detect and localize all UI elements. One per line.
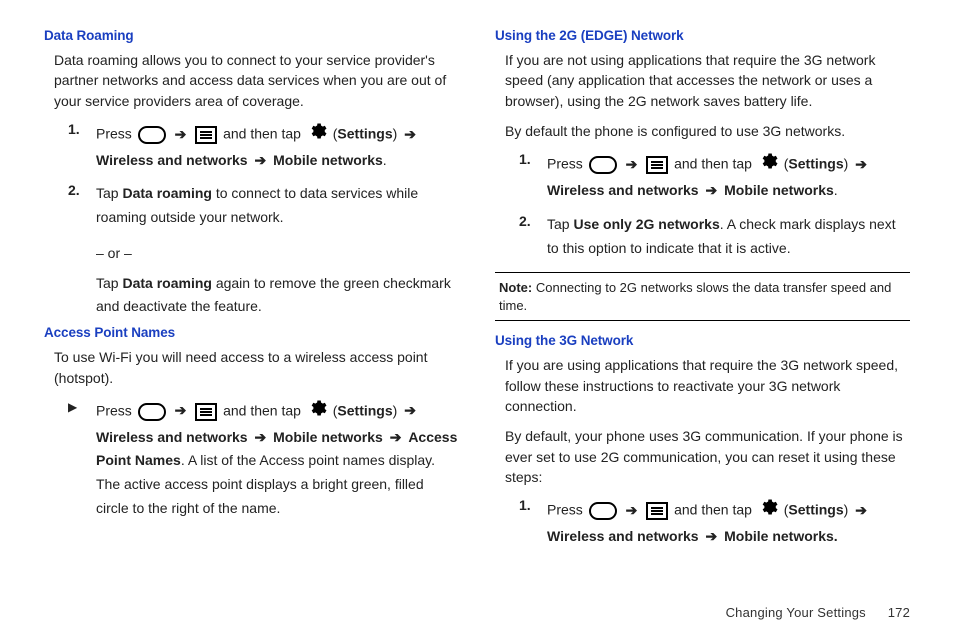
bullet-icon: ▶ [62, 398, 96, 521]
g3-intro: If you are using applications that requi… [495, 355, 910, 416]
arrow-icon: ➔ [626, 502, 638, 518]
note-label: Note: [499, 280, 532, 295]
step-number: 2. [513, 213, 547, 261]
text: and then tap [674, 502, 752, 518]
g3-default: By default, your phone uses 3G communica… [495, 426, 910, 487]
settings-label: Settings [788, 156, 843, 172]
step-row: 1. Press ➔ and then tap (Settings) ➔ Wir… [62, 121, 459, 173]
arrow-icon: ➔ [175, 402, 187, 418]
arrow-icon: ➔ [404, 402, 416, 418]
use-2g-label: Use only 2G networks [573, 216, 719, 232]
gear-icon [307, 398, 327, 426]
home-button-icon [138, 126, 166, 144]
or-separator: – or – [96, 242, 459, 264]
apn-bullet-row: ▶ Press ➔ and then tap (Settings) ➔ Wire… [62, 398, 459, 521]
step-number: 2. [62, 182, 96, 230]
step-text: Tap Data roaming to connect to data serv… [96, 182, 459, 230]
edge-intro: If you are not using applications that r… [495, 50, 910, 111]
arrow-icon: ➔ [390, 429, 402, 445]
text: and then tap [223, 402, 301, 418]
data-roaming-label: Data roaming [122, 185, 211, 201]
home-button-icon [138, 403, 166, 421]
edge-default: By default the phone is configured to us… [495, 121, 910, 141]
gear-icon [758, 497, 778, 525]
heading-2g: Using the 2G (EDGE) Network [495, 28, 910, 43]
mobile-label: Mobile networks [724, 182, 834, 198]
settings-label: Settings [337, 402, 392, 418]
step-text: Tap Use only 2G networks. A check mark d… [547, 213, 910, 261]
page-footer: Changing Your Settings 172 [726, 605, 910, 620]
step-text: Press ➔ and then tap (Settings) ➔ Wirele… [96, 398, 459, 521]
step-row: 2. Tap Data roaming to connect to data s… [62, 182, 459, 230]
g3-steps: 1. Press ➔ and then tap (Settings) ➔ Wir… [513, 497, 910, 549]
apn-intro: To use Wi-Fi you will need access to a w… [44, 347, 459, 388]
mobile-label: Mobile networks [273, 429, 383, 445]
step-row: 1. Press ➔ and then tap (Settings) ➔ Wir… [513, 151, 910, 203]
step-number: 1. [513, 151, 547, 203]
text: Press [96, 126, 132, 142]
text: and then tap [674, 156, 752, 172]
page-number: 172 [888, 605, 910, 620]
settings-label: Settings [337, 126, 392, 142]
home-button-icon [589, 156, 617, 174]
step-text: Press ➔ and then tap (Settings) ➔ Wirele… [96, 121, 459, 173]
arrow-icon: ➔ [855, 502, 867, 518]
mobile-label: Mobile networks. [724, 528, 838, 544]
arrow-icon: ➔ [175, 126, 187, 142]
gear-icon [307, 121, 327, 149]
arrow-icon: ➔ [705, 528, 717, 544]
heading-data-roaming: Data Roaming [44, 28, 459, 43]
step-number: 1. [62, 121, 96, 173]
step-row: 1. Press ➔ and then tap (Settings) ➔ Wir… [513, 497, 910, 549]
note-block: Note: Connecting to 2G networks slows th… [495, 272, 910, 321]
step-text: Press ➔ and then tap (Settings) ➔ Wirele… [547, 497, 910, 549]
page-columns: Data Roaming Data roaming allows you to … [44, 28, 910, 561]
wireless-label: Wireless and networks [547, 182, 699, 198]
step-text: Press ➔ and then tap (Settings) ➔ Wirele… [547, 151, 910, 203]
menu-button-icon [195, 126, 217, 144]
arrow-icon: ➔ [254, 429, 266, 445]
menu-button-icon [646, 156, 668, 174]
wireless-label: Wireless and networks [96, 152, 248, 168]
step-row: 2. Tap Use only 2G networks. A check mar… [513, 213, 910, 261]
text: Tap [96, 275, 119, 291]
settings-label: Settings [788, 502, 843, 518]
left-column: Data Roaming Data roaming allows you to … [44, 28, 459, 561]
arrow-icon: ➔ [626, 156, 638, 172]
menu-button-icon [195, 403, 217, 421]
arrow-icon: ➔ [254, 152, 266, 168]
text: Tap [547, 216, 570, 232]
right-column: Using the 2G (EDGE) Network If you are n… [495, 28, 910, 561]
wireless-label: Wireless and networks [547, 528, 699, 544]
data-roaming-label: Data roaming [122, 275, 211, 291]
home-button-icon [589, 502, 617, 520]
text: Press [547, 502, 583, 518]
menu-button-icon [646, 502, 668, 520]
data-roaming-intro: Data roaming allows you to connect to yo… [44, 50, 459, 111]
gear-icon [758, 151, 778, 179]
arrow-icon: ➔ [855, 156, 867, 172]
heading-3g: Using the 3G Network [495, 333, 910, 348]
note-text: Connecting to 2G networks slows the data… [499, 280, 891, 313]
mobile-label: Mobile networks [273, 152, 383, 168]
text: Press [96, 402, 132, 418]
text: Tap [96, 185, 119, 201]
footer-section: Changing Your Settings [726, 605, 866, 620]
edge-steps: 1. Press ➔ and then tap (Settings) ➔ Wir… [513, 151, 910, 260]
data-roaming-steps: 1. Press ➔ and then tap (Settings) ➔ Wir… [62, 121, 459, 230]
step-continuation: Tap Data roaming again to remove the gre… [96, 272, 459, 317]
text: and then tap [223, 126, 301, 142]
heading-apn: Access Point Names [44, 325, 459, 340]
arrow-icon: ➔ [705, 182, 717, 198]
text: Press [547, 156, 583, 172]
arrow-icon: ➔ [404, 126, 416, 142]
wireless-label: Wireless and networks [96, 429, 248, 445]
step-number: 1. [513, 497, 547, 549]
